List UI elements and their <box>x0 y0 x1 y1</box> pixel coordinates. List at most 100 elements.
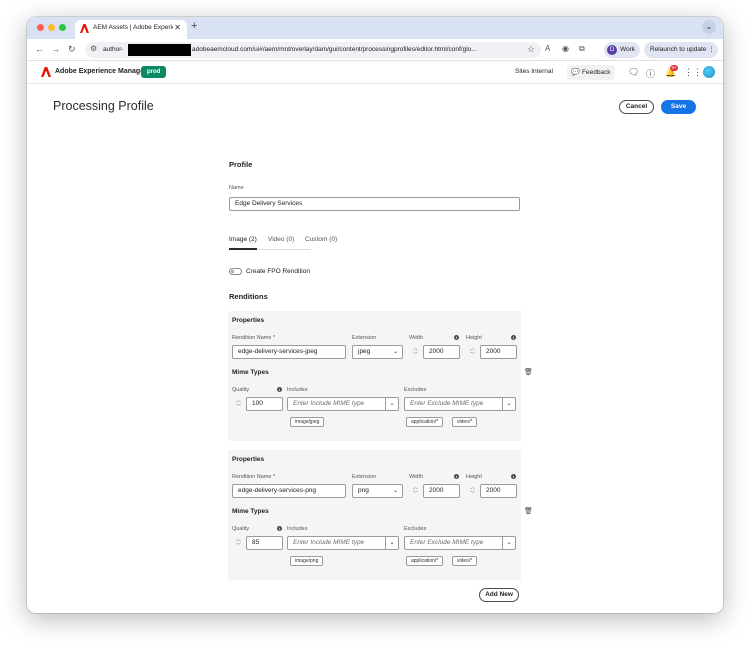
name-field[interactable]: Edge Delivery Services <box>229 197 520 211</box>
tab-video[interactable]: Video (0) <box>268 236 294 243</box>
adobe-logo-icon[interactable] <box>41 67 51 77</box>
forward-icon[interactable]: → <box>51 44 60 54</box>
info-icon[interactable]: i <box>454 335 459 340</box>
chevron-down-icon[interactable]: ⌄ <box>385 537 398 549</box>
extension-select[interactable]: jpeg ⌄ <box>352 345 403 359</box>
extension-select[interactable]: png ⌄ <box>352 484 403 498</box>
rendition-name-label: Rendition Name * <box>232 474 276 480</box>
org-switcher[interactable]: Sites Internal <box>515 68 553 75</box>
processing-profile-page: Processing Profile Cancel Save Profile N… <box>27 84 723 613</box>
minimize-window-button[interactable] <box>48 24 55 31</box>
tab-bar: AEM Assets | Adobe Experience Manager ✕ … <box>27 17 723 39</box>
mime-types-heading: Mime Types <box>232 369 269 376</box>
maximize-window-button[interactable] <box>59 24 66 31</box>
relaunch-button[interactable]: Relaunch to update ⋮ <box>644 42 718 58</box>
tab-custom[interactable]: Custom (0) <box>305 236 337 243</box>
comments-icon[interactable]: 🗨 <box>628 67 639 78</box>
cancel-button[interactable]: Cancel <box>619 100 654 114</box>
tab-title: AEM Assets | Adobe Experience Manager <box>93 24 173 31</box>
info-icon[interactable]: i <box>511 335 516 340</box>
includes-label: Includes <box>287 526 308 532</box>
tab-search-chevron-icon[interactable]: ⌄ <box>702 20 716 34</box>
tab-image[interactable]: Image (2) <box>229 236 257 243</box>
feedback-button[interactable]: 💬 Feedback <box>567 65 615 80</box>
profile-name: Work <box>620 46 636 53</box>
info-icon[interactable]: i <box>277 526 282 531</box>
include-tag[interactable]: image/jpeg <box>290 417 325 427</box>
relaunch-label: Relaunch to update <box>650 46 707 53</box>
height-field[interactable]: 2000 <box>480 345 517 359</box>
width-field[interactable]: 2000 <box>423 345 460 359</box>
info-icon[interactable]: i <box>277 387 282 392</box>
chevron-down-icon: ⌄ <box>392 349 399 355</box>
reload-icon[interactable]: ↻ <box>68 44 76 55</box>
include-mime-input[interactable]: Enter Include MIME type ⌄ <box>287 397 399 411</box>
toggle-knob <box>231 270 234 273</box>
tab-close-icon[interactable]: ✕ <box>174 23 181 32</box>
extensions-puzzle-icon[interactable]: ⧉ <box>579 44 585 54</box>
width-stepper[interactable]: ︿ ﹀ <box>409 484 422 498</box>
width-stepper[interactable]: ︿ ﹀ <box>409 345 422 359</box>
help-icon[interactable]: ⓘ <box>646 67 655 80</box>
rendition-name-field[interactable]: edge-delivery-services-png <box>232 484 346 498</box>
fpo-toggle[interactable] <box>229 268 242 275</box>
quality-stepper[interactable]: ︿ ﹀ <box>232 536 245 550</box>
aem-header: Adobe Experience Manager prod Sites Inte… <box>27 61 723 84</box>
close-window-button[interactable] <box>37 24 44 31</box>
exclude-mime-input[interactable]: Enter Exclude MIME type ⌄ <box>404 536 516 550</box>
chevron-down-icon[interactable]: ⌄ <box>502 398 515 410</box>
quality-field[interactable]: 100 <box>246 397 283 411</box>
translate-icon[interactable]: A <box>545 44 550 53</box>
apps-icon[interactable]: ⋮⋮ <box>684 67 702 78</box>
width-field[interactable]: 2000 <box>423 484 460 498</box>
star-icon[interactable]: ☆ <box>527 44 535 55</box>
save-button[interactable]: Save <box>661 100 696 114</box>
properties-heading: Properties <box>232 317 265 324</box>
page-title: Processing Profile <box>53 99 154 113</box>
redacted-region <box>128 44 191 56</box>
rendition-card: Properties Rendition Name * edge-deliver… <box>228 450 533 580</box>
fpo-label: Create FPO Rendition <box>246 268 310 275</box>
exclude-tag[interactable]: application/* <box>406 417 444 427</box>
active-tab-indicator <box>229 248 257 250</box>
site-settings-icon[interactable]: ⚙ <box>90 44 97 53</box>
adobe-tab-icon <box>80 24 89 33</box>
browser-profile-button[interactable]: D Work <box>604 42 640 58</box>
chevron-down-icon[interactable]: ⌄ <box>385 398 398 410</box>
name-label: Name <box>229 185 244 191</box>
new-tab-button[interactable]: + <box>191 20 197 32</box>
quality-field[interactable]: 85 <box>246 536 283 550</box>
app-name[interactable]: Adobe Experience Manager <box>55 68 147 75</box>
include-tag[interactable]: image/png <box>290 556 324 566</box>
exclude-tag[interactable]: application/* <box>406 556 444 566</box>
rendition-name-field[interactable]: edge-delivery-services-jpeg <box>232 345 346 359</box>
info-icon[interactable]: i <box>454 474 459 479</box>
add-new-button[interactable]: Add New <box>479 588 519 602</box>
extension-icon[interactable]: ◉ <box>562 44 569 53</box>
back-icon[interactable]: ← <box>35 44 44 54</box>
chevron-down-icon: ⌄ <box>392 488 399 494</box>
quality-label: Quality <box>232 526 250 532</box>
rendition-tabs: Image (2) Video (0) Custom (0) <box>229 236 337 250</box>
height-stepper[interactable]: ︿ ﹀ <box>466 484 479 498</box>
trash-icon[interactable]: 🗑 <box>524 507 533 515</box>
notification-badge: 9+ <box>670 65 678 71</box>
exclude-tag[interactable]: video/* <box>452 417 478 427</box>
height-label: Height <box>466 474 482 480</box>
exclude-mime-input[interactable]: Enter Exclude MIME type ⌄ <box>404 397 516 411</box>
height-field[interactable]: 2000 <box>480 484 517 498</box>
browser-tab[interactable]: AEM Assets | Adobe Experience Manager ✕ <box>75 20 187 39</box>
include-mime-input[interactable]: Enter Include MIME type ⌄ <box>287 536 399 550</box>
trash-icon[interactable]: 🗑 <box>524 368 533 376</box>
height-stepper[interactable]: ︿ ﹀ <box>466 345 479 359</box>
chevron-down-icon[interactable]: ⌄ <box>502 537 515 549</box>
height-label: Height <box>466 335 482 341</box>
url-prefix: author- <box>103 46 124 53</box>
env-badge: prod <box>141 66 167 78</box>
exclude-tag[interactable]: video/* <box>452 556 478 566</box>
info-icon[interactable]: i <box>511 474 516 479</box>
address-bar[interactable]: ⚙ author- adobeaemcloud.com/ui#/aem/mnt/… <box>85 42 541 58</box>
browser-window: AEM Assets | Adobe Experience Manager ✕ … <box>27 17 723 613</box>
user-avatar[interactable] <box>703 66 715 78</box>
quality-stepper[interactable]: ︿ ﹀ <box>232 397 245 411</box>
